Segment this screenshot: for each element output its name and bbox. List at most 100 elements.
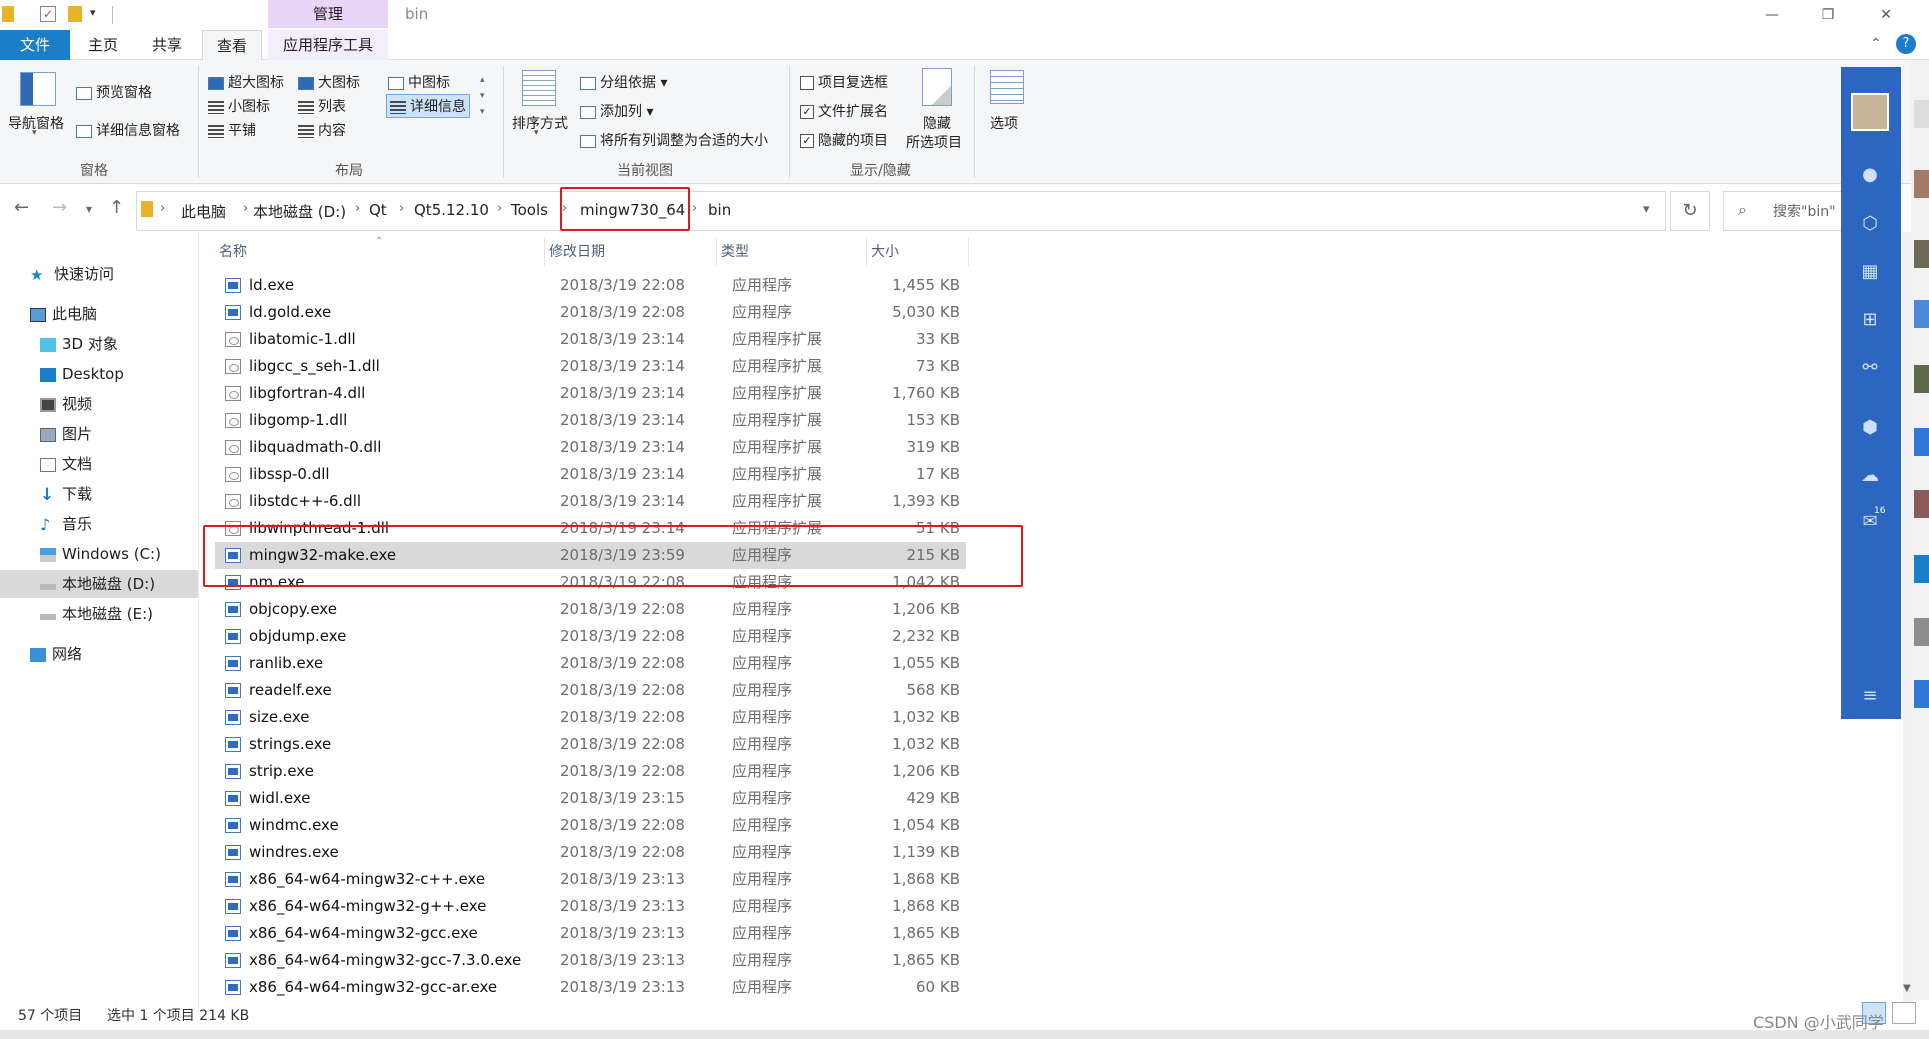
layout-list[interactable]: 列表	[298, 96, 346, 116]
chevron-down-icon[interactable]: ▾	[534, 128, 539, 138]
options-icon[interactable]	[990, 70, 1024, 104]
properties-icon[interactable]: ✓	[40, 6, 56, 22]
apps-icon[interactable]: ⊞	[1860, 310, 1880, 330]
nav-documents[interactable]: 文档	[0, 450, 198, 478]
file-row[interactable]: windmc.exe 2018/3/19 22:08 应用程序 1,054 KB	[215, 812, 966, 839]
breadcrumb-tools[interactable]: Tools	[511, 201, 548, 219]
calendar-icon[interactable]: ▦	[1860, 262, 1880, 282]
column-header-size[interactable]: 大小	[867, 238, 969, 266]
file-row[interactable]: size.exe 2018/3/19 22:08 应用程序 1,032 KB	[215, 704, 966, 731]
breadcrumb-drive-d[interactable]: 本地磁盘 (D:)	[253, 201, 346, 222]
hexagon-icon[interactable]: ⬢	[1860, 418, 1880, 438]
nav-drive-e[interactable]: 本地磁盘 (E:)	[0, 600, 198, 628]
folder-icon[interactable]	[2, 6, 14, 22]
file-row[interactable]: widl.exe 2018/3/19 23:15 应用程序 429 KB	[215, 785, 966, 812]
layout-large-icons[interactable]: 大图标	[298, 72, 360, 92]
help-icon[interactable]: ?	[1896, 34, 1916, 54]
hidden-items-toggle[interactable]: ✓ 隐藏的项目	[800, 130, 888, 150]
maximize-button[interactable]: ❐	[1808, 4, 1848, 26]
nav-drive-d[interactable]: 本地磁盘 (D:)	[0, 570, 198, 598]
file-row[interactable]: windres.exe 2018/3/19 22:08 应用程序 1,139 KB	[215, 839, 966, 866]
scroll-down-icon[interactable]: ▼	[1903, 983, 1911, 994]
chevron-right-icon[interactable]: ›	[497, 201, 502, 216]
nav-3d-objects[interactable]: 3D 对象	[0, 330, 198, 358]
horizontal-scrollbar[interactable]	[0, 1030, 1929, 1039]
close-button[interactable]: ✕	[1866, 4, 1906, 26]
tab-home[interactable]: 主页	[76, 30, 130, 60]
forward-icon[interactable]: →	[52, 197, 67, 218]
file-row[interactable]: libgfortran-4.dll 2018/3/19 23:14 应用程序扩展 1,…	[215, 380, 966, 407]
new-folder-icon[interactable]	[68, 6, 82, 22]
chevron-down-icon[interactable]: ▾	[32, 128, 37, 138]
address-bar[interactable]	[136, 191, 1666, 231]
breadcrumb-qt5-12-10[interactable]: Qt5.12.10	[414, 201, 489, 219]
layout-extra-large-icons[interactable]: 超大图标	[208, 72, 284, 92]
menu-icon[interactable]: ≡	[1860, 686, 1880, 706]
file-row[interactable]: readelf.exe 2018/3/19 22:08 应用程序 568 KB	[215, 677, 966, 704]
cloud-icon[interactable]: ☁	[1860, 466, 1880, 486]
file-row[interactable]: ranlib.exe 2018/3/19 22:08 应用程序 1,055 KB	[215, 650, 966, 677]
file-row[interactable]: strip.exe 2018/3/19 22:08 应用程序 1,206 KB	[215, 758, 966, 785]
file-row[interactable]: libgomp-1.dll 2018/3/19 23:14 应用程序扩展 153 KB	[215, 407, 966, 434]
nav-quick-access[interactable]: ★ 快速访问	[0, 260, 198, 288]
tab-file[interactable]: 文件	[0, 30, 70, 60]
chevron-right-icon[interactable]: ›	[243, 201, 248, 216]
recent-locations-icon[interactable]: ▾	[86, 202, 92, 216]
manage-context-tab[interactable]: 管理	[268, 0, 388, 28]
hide-selected-label-2[interactable]: 所选项目	[906, 132, 962, 152]
fit-columns-button[interactable]: 将所有列调整为合适的大小	[580, 130, 768, 150]
customize-toolbar-icon[interactable]: ▾	[90, 6, 96, 19]
chevron-right-icon[interactable]: ›	[160, 201, 165, 216]
item-checkboxes-toggle[interactable]: 项目复选框	[800, 72, 888, 92]
nav-drive-c[interactable]: Windows (C:)	[0, 540, 198, 568]
nav-music[interactable]: ♪ 音乐	[0, 510, 198, 538]
nav-network[interactable]: 网络	[0, 640, 198, 668]
sort-by-icon[interactable]	[522, 70, 556, 106]
file-row[interactable]: ld.gold.exe 2018/3/19 22:08 应用程序 5,030 KB	[215, 299, 966, 326]
options-button[interactable]: 选项	[990, 113, 1018, 133]
file-row[interactable]: objcopy.exe 2018/3/19 22:08 应用程序 1,206 KB	[215, 596, 966, 623]
tab-view[interactable]: 查看	[202, 30, 262, 60]
tab-share[interactable]: 共享	[140, 30, 194, 60]
file-row[interactable]: libatomic-1.dll 2018/3/19 23:14 应用程序扩展 33 K…	[215, 326, 966, 353]
nav-videos[interactable]: 视频	[0, 390, 198, 418]
breadcrumb-qt[interactable]: Qt	[369, 201, 387, 219]
large-icons-view-icon[interactable]	[1892, 1002, 1916, 1024]
tab-app-tools[interactable]: 应用程序工具	[268, 30, 388, 60]
address-history-icon[interactable]: ▾	[1643, 202, 1650, 217]
layout-tiles[interactable]: 平铺	[208, 120, 256, 140]
back-icon[interactable]: ←	[14, 197, 29, 218]
file-row[interactable]: x86_64-w64-mingw32-g++.exe 2018/3/19 23:1…	[215, 893, 966, 920]
details-pane-button[interactable]: 详细信息窗格	[76, 120, 180, 140]
org-chart-icon[interactable]: ⚯	[1860, 358, 1880, 378]
file-extensions-toggle[interactable]: ✓ 文件扩展名	[800, 101, 888, 121]
breadcrumb-mingw730-64[interactable]: mingw730_64	[580, 201, 685, 219]
nav-this-pc[interactable]: 此电脑	[0, 300, 198, 328]
nav-downloads[interactable]: ↓ 下载	[0, 480, 198, 508]
file-row[interactable]: objdump.exe 2018/3/19 22:08 应用程序 2,232 KB	[215, 623, 966, 650]
file-row[interactable]: libquadmath-0.dll 2018/3/19 23:14 应用程序扩展 31…	[215, 434, 966, 461]
file-row[interactable]: libssp-0.dll 2018/3/19 23:14 应用程序扩展 17 KB	[215, 461, 966, 488]
refresh-icon[interactable]: ↻	[1670, 191, 1710, 231]
layout-content[interactable]: 内容	[298, 120, 346, 140]
nav-pictures[interactable]: 图片	[0, 420, 198, 448]
chevron-right-icon[interactable]: ›	[399, 201, 404, 216]
file-row[interactable]: x86_64-w64-mingw32-gcc.exe 2018/3/19 23:1…	[215, 920, 966, 947]
file-row[interactable]: libstdc++-6.dll 2018/3/19 23:14 应用程序扩展 1,39…	[215, 488, 966, 515]
add-column-button[interactable]: 添加列 ▾	[580, 101, 653, 121]
breadcrumb-bin[interactable]: bin	[708, 201, 731, 219]
layout-small-icons[interactable]: 小图标	[208, 96, 270, 116]
preview-pane-button[interactable]: 预览窗格	[76, 82, 152, 102]
hide-selected-label-1[interactable]: 隐藏	[923, 113, 951, 133]
message-icon[interactable]: ●	[1860, 165, 1880, 185]
file-row[interactable]: x86_64-w64-mingw32-gcc-ar.exe 2018/3/19 2…	[215, 974, 966, 1001]
hide-selected-icon[interactable]	[922, 68, 952, 106]
nav-desktop[interactable]: Desktop	[0, 360, 198, 388]
avatar[interactable]	[1851, 93, 1889, 131]
chevron-right-icon[interactable]: ›	[355, 201, 360, 216]
file-row[interactable]: x86_64-w64-mingw32-gcc-7.3.0.exe 2018/3/1…	[215, 947, 966, 974]
file-row[interactable]: strings.exe 2018/3/19 22:08 应用程序 1,032 KB	[215, 731, 966, 758]
column-header-date[interactable]: 修改日期	[545, 238, 717, 266]
chevron-right-icon[interactable]: ›	[692, 201, 697, 216]
layout-scroll-icon[interactable]: ▴ ▾ ▾	[480, 72, 485, 120]
